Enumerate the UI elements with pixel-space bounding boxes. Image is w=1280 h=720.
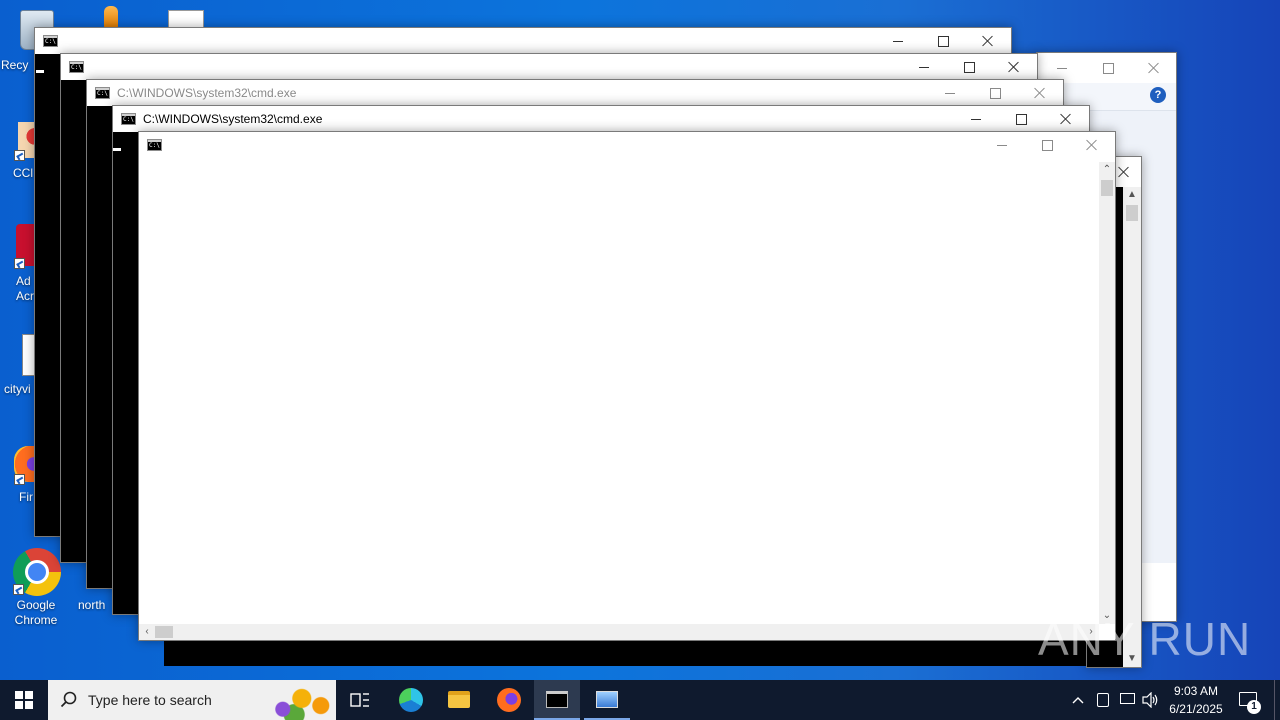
network-button[interactable] [1116,680,1138,720]
cmd-icon [546,691,568,708]
task-view-icon [350,693,369,707]
vertical-scrollbar[interactable]: ⌃ ⌄ [1099,162,1115,624]
close-button[interactable] [991,54,1037,80]
maximize-button[interactable] [920,28,966,54]
scroll-up-arrow[interactable]: ⌃ [1099,162,1115,178]
search-icon [60,691,77,708]
clock-date: 6/21/2025 [1169,702,1223,716]
title-bar[interactable] [139,132,1115,158]
scroll-thumb[interactable] [155,626,173,638]
app-icon [104,6,118,28]
text-cursor [113,148,121,151]
scroll-thumb[interactable] [1126,205,1138,221]
shortcut-arrow-icon [14,474,25,485]
windows-logo-icon [15,691,33,709]
minimize-button[interactable] [875,28,921,54]
title-bar[interactable] [35,28,1011,54]
text-cursor [36,70,44,73]
cmd-icon [147,139,162,151]
maximize-button[interactable] [1085,55,1131,81]
search-placeholder: Type here to search [88,692,212,708]
search-box[interactable]: Type here to search [48,680,336,720]
close-button[interactable] [1043,106,1089,132]
device-icon [1097,693,1109,707]
window-app-icon [596,691,618,708]
minimize-button[interactable] [979,132,1025,158]
minimize-button[interactable] [953,106,999,132]
clock-time: 9:03 AM [1173,684,1219,698]
console-strip [164,640,1114,666]
title-bar[interactable] [61,54,1037,80]
scroll-thumb[interactable] [1101,180,1113,196]
shortcut-arrow-icon [14,150,25,161]
action-center-button[interactable]: 1 [1232,680,1272,720]
maximize-button[interactable] [946,54,992,80]
taskbar-cmd[interactable] [534,680,580,720]
volume-button[interactable] [1140,680,1162,720]
desktop-icon-label: Google Chrome [14,598,58,627]
title-bar[interactable]: C:\WINDOWS\system32\cmd.exe [87,80,1063,106]
taskbar-app-window[interactable] [584,680,630,720]
cmd-icon [95,87,110,99]
window-title: C:\WINDOWS\system32\cmd.exe [117,86,297,100]
network-icon [1120,693,1135,704]
help-icon[interactable]: ? [1150,87,1166,103]
show-hidden-icons-button[interactable] [1068,680,1088,720]
title-bar[interactable]: C:\WINDOWS\system32\cmd.exe [113,106,1089,132]
cmd-icon [43,35,58,47]
folder-icon [448,691,470,708]
taskbar: Type here to search 9:03 AM 6/21/2025 1 [0,680,1280,720]
console-area [139,158,1099,624]
minimize-button[interactable] [927,80,973,106]
horizontal-scrollbar[interactable]: ‹ › [139,624,1099,640]
desktop-icon-label[interactable]: north [78,598,105,612]
close-button[interactable] [1017,80,1063,106]
speaker-icon [1142,692,1158,708]
minimize-button[interactable] [901,54,947,80]
shortcut-arrow-icon [13,584,24,595]
window-title: C:\WINDOWS\system32\cmd.exe [143,112,323,126]
cmd-window-5[interactable]: ⌃ ⌄ ‹ › [138,131,1116,641]
cmd-icon [69,61,84,73]
scroll-up-arrow[interactable]: ▲ [1124,187,1140,203]
start-button[interactable] [0,680,48,720]
flowers-decoration-icon [260,684,336,720]
shortcut-arrow-icon [14,258,25,269]
firefox-icon [497,688,521,712]
close-button[interactable] [965,28,1011,54]
document-icon [168,10,204,28]
chevron-up-icon [1072,697,1084,704]
edge-icon [399,688,423,712]
taskbar-firefox[interactable] [488,680,530,720]
tray-device-icon[interactable] [1092,680,1114,720]
taskbar-file-explorer[interactable] [438,680,480,720]
task-view-button[interactable] [340,680,380,720]
minimize-button[interactable] [1039,55,1085,81]
cmd-icon [121,113,136,125]
taskbar-edge[interactable] [390,680,432,720]
vertical-scrollbar[interactable]: ▲ ▼ [1123,187,1141,667]
maximize-button[interactable] [972,80,1018,106]
clock[interactable]: 9:03 AM 6/21/2025 [1164,680,1228,720]
notification-badge: 1 [1247,700,1261,714]
show-desktop-button[interactable] [1274,680,1280,720]
maximize-button[interactable] [1024,132,1070,158]
close-button[interactable] [1069,132,1115,158]
close-button[interactable] [1131,55,1177,81]
maximize-button[interactable] [998,106,1044,132]
scroll-left-arrow[interactable]: ‹ [139,624,155,640]
watermark: ANY RUN [1038,613,1252,665]
